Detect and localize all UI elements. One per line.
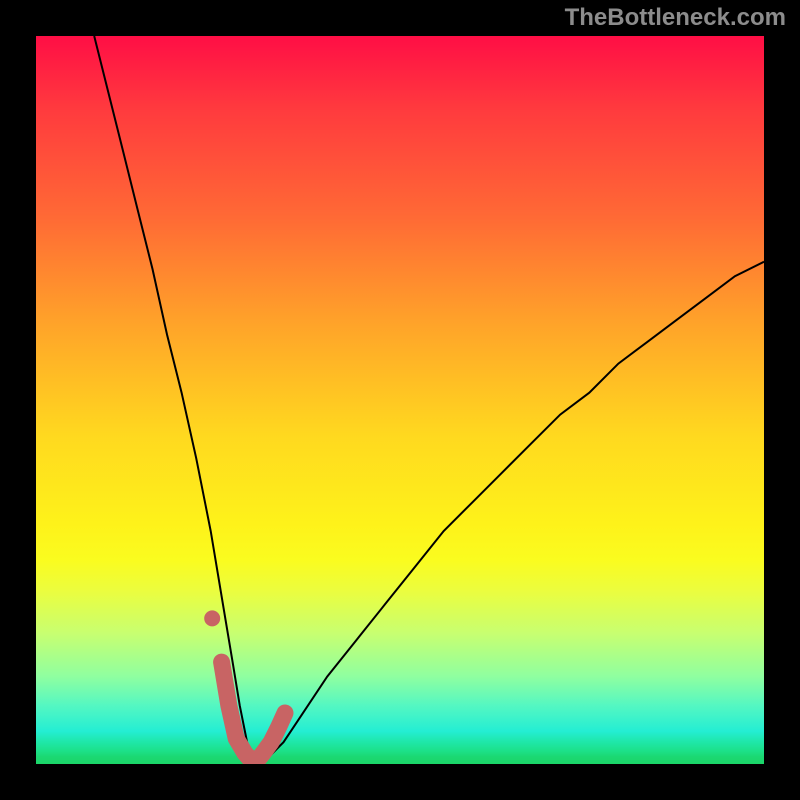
chart-frame: TheBottleneck.com (0, 0, 800, 800)
highlight-region (36, 36, 764, 764)
watermark-label: TheBottleneck.com (565, 4, 786, 32)
chart-plot-area (36, 36, 764, 764)
